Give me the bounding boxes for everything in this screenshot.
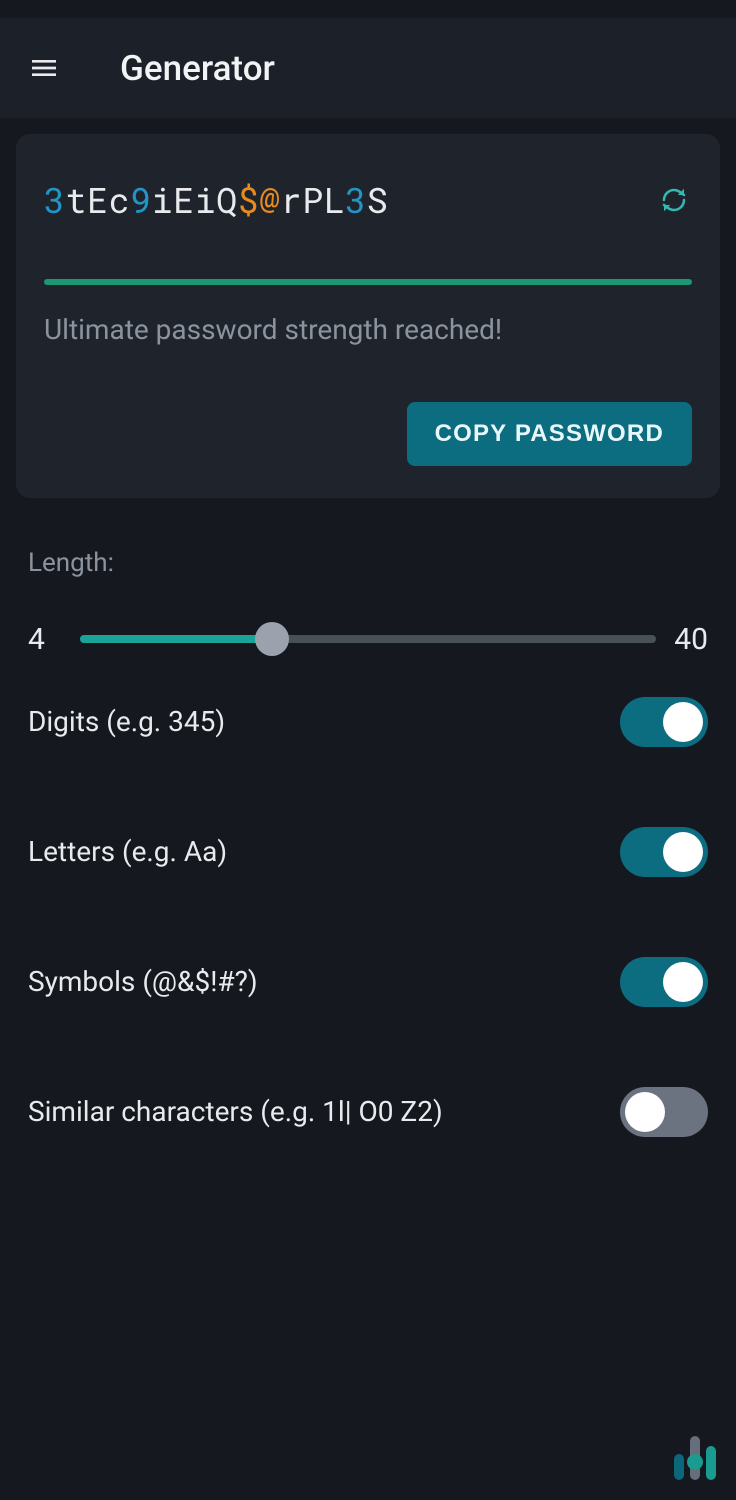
page-title: Generator (120, 48, 275, 89)
length-slider[interactable] (80, 622, 656, 656)
length-label: Length: (28, 548, 708, 578)
strength-meter (44, 279, 692, 285)
refresh-icon (659, 185, 689, 215)
regenerate-button[interactable] (656, 182, 692, 218)
option-label-similar: Similar characters (e.g. 1l| O0 Z2) (28, 1095, 443, 1128)
strength-text: Ultimate password strength reached! (44, 313, 692, 346)
option-label-symbols: Symbols (@&$!#?) (28, 965, 258, 998)
option-label-letters: Letters (e.g. Aa) (28, 835, 227, 868)
toggle-letters[interactable] (620, 827, 708, 877)
menu-button[interactable] (24, 48, 64, 88)
option-row-symbols: Symbols (@&$!#?) (16, 917, 720, 1047)
option-label-digits: Digits (e.g. 345) (28, 705, 225, 738)
password-card: 3tEc9iEiQ$@rPL3S Ultimate password stren… (16, 134, 720, 498)
copy-password-button[interactable]: COPY PASSWORD (407, 402, 692, 466)
hamburger-icon (28, 52, 60, 84)
toggle-symbols[interactable] (620, 957, 708, 1007)
toggle-similar[interactable] (620, 1087, 708, 1137)
option-row-similar: Similar characters (e.g. 1l| O0 Z2) (16, 1047, 720, 1177)
length-max: 40 (668, 622, 708, 657)
generated-password: 3tEc9iEiQ$@rPL3S (44, 182, 388, 219)
length-min: 4 (28, 622, 68, 657)
app-watermark (674, 1436, 716, 1480)
toggle-digits[interactable] (620, 697, 708, 747)
app-bar: Generator (0, 18, 736, 118)
option-row-digits: Digits (e.g. 345) (16, 657, 720, 787)
option-row-letters: Letters (e.g. Aa) (16, 787, 720, 917)
